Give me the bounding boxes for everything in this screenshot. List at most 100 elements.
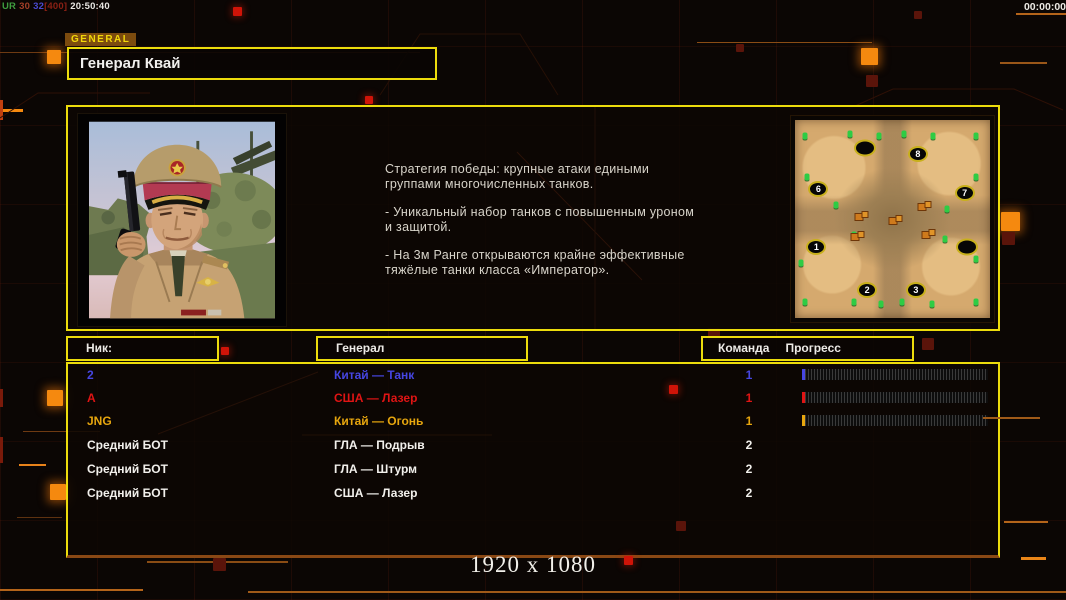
player-row: 2 Китай — Танк 1 [68,368,998,390]
player-general: Китай — Огонь [334,414,423,428]
map-spawn-marker [854,139,876,156]
header-general: Генерал [316,336,528,361]
player-progress-bar [802,392,988,403]
header-general-label: Генерал [336,341,384,355]
player-team: 2 [734,486,764,500]
player-nick: Средний БОТ [87,486,168,500]
orange-square-decor [861,48,878,65]
player-team: 1 [734,391,764,405]
header-team-progress: КомандаПрогресс [701,336,914,361]
map-green-marker [974,174,979,181]
map-green-marker [974,299,979,306]
gentool-status-bar: UR3032[400]20:50:40 [2,1,113,12]
game-info-screen: UR3032[400]20:50:40 00:00:00 GENERAL Ген… [0,0,1066,600]
general-title-box: Генерал Квай [67,47,437,80]
map-green-marker [929,301,934,308]
map-green-marker [943,235,948,242]
general-name: Генерал Квай [80,55,180,72]
description-line [385,192,721,205]
red-square-decor [233,7,242,16]
red-square-decor [365,96,373,104]
players-panel: 2 Китай — Танк 1 A США — Лазер 1 JNG Кит… [66,362,1000,558]
map-building-marker [851,233,860,241]
map-green-marker [847,130,852,137]
map-green-marker [931,132,936,139]
dim-square-decor [1002,232,1015,245]
status-value-3: [400] [44,1,67,12]
header-team-label: Команда [718,341,769,355]
minimap: 8 6 7 1 2 3 [795,120,990,318]
map-building-marker [855,213,864,221]
progress-tick [802,369,805,380]
player-row: Средний БОТ США — Лазер 2 [68,486,998,508]
orange-square-decor [1001,212,1020,231]
player-general: США — Лазер [334,391,417,405]
map-spawn-marker-3: 3 [906,282,926,298]
description-line [385,235,721,248]
orange-square-decor [47,50,61,64]
description-line: группами многочисленных танков. [385,177,721,192]
player-nick: JNG [87,414,112,428]
match-timer: 00:00:00 [1008,1,1066,13]
dim-square-decor [676,521,686,531]
player-nick: 2 [87,368,94,382]
player-team: 2 [734,438,764,452]
minimap-frame: 8 6 7 1 2 3 [790,115,995,323]
player-general: Китай — Танк [334,368,414,382]
general-portrait-image [89,118,275,322]
orange-square-decor [50,484,66,500]
player-nick: Средний БОТ [87,462,168,476]
map-spawn-marker-7: 7 [955,185,975,201]
status-ur: UR [2,1,16,12]
description-line: тяжёлые танки класса «Император». [385,263,721,278]
resolution-label: 1920 x 1080 [0,552,1066,578]
progress-tick [802,392,805,403]
player-row: JNG Китай — Огонь 1 [68,414,998,436]
status-clock: 20:50:40 [70,1,110,12]
player-nick: Средний БОТ [87,438,168,452]
map-green-marker [974,255,979,262]
map-green-marker [900,299,905,306]
map-spawn-marker-8: 8 [908,146,928,162]
player-nick: A [87,391,96,405]
map-green-marker [878,301,883,308]
map-spawn-marker-2: 2 [857,282,877,298]
dim-square-decor [922,338,934,350]
map-green-marker [798,259,803,266]
description-line: Стратегия победы: крупные атаки едиными [385,162,721,177]
player-general: ГЛА — Подрыв [334,438,425,452]
map-green-marker [851,299,856,306]
player-row: Средний БОТ ГЛА — Подрыв 2 [68,438,998,460]
map-spawn-marker [956,238,978,255]
status-value-2: 32 [33,1,44,12]
map-green-marker [945,206,950,213]
map-green-marker [802,132,807,139]
map-building-marker [917,203,926,211]
dim-square-decor [866,75,878,87]
player-row: A США — Лазер 1 [68,391,998,413]
dim-square-decor [736,44,744,52]
description-line: - На 3м Ранге открываются крайне эффекти… [385,248,721,263]
map-green-marker [974,132,979,139]
orange-line-decor [983,417,1040,419]
dim-square-decor [914,11,922,19]
general-description: Стратегия победы: крупные атаки едиными … [385,162,721,278]
map-green-marker [902,130,907,137]
map-green-marker [833,202,838,209]
map-spawn-marker-1: 1 [806,239,826,255]
map-building-marker [921,231,930,239]
header-nick-label: Ник: [86,341,112,355]
player-team: 1 [734,414,764,428]
progress-tick [802,415,805,426]
description-line: и защитой. [385,220,721,235]
map-spawn-marker-6: 6 [808,181,828,197]
map-green-marker [804,174,809,181]
red-square-decor [669,385,678,394]
player-progress-bar [802,369,988,380]
general-tag-label: GENERAL [65,33,136,46]
player-team: 1 [734,368,764,382]
status-value-1: 30 [19,1,30,12]
player-general: США — Лазер [334,486,417,500]
header-nick: Ник: [66,336,219,361]
player-row: Средний БОТ ГЛА — Штурм 2 [68,462,998,484]
